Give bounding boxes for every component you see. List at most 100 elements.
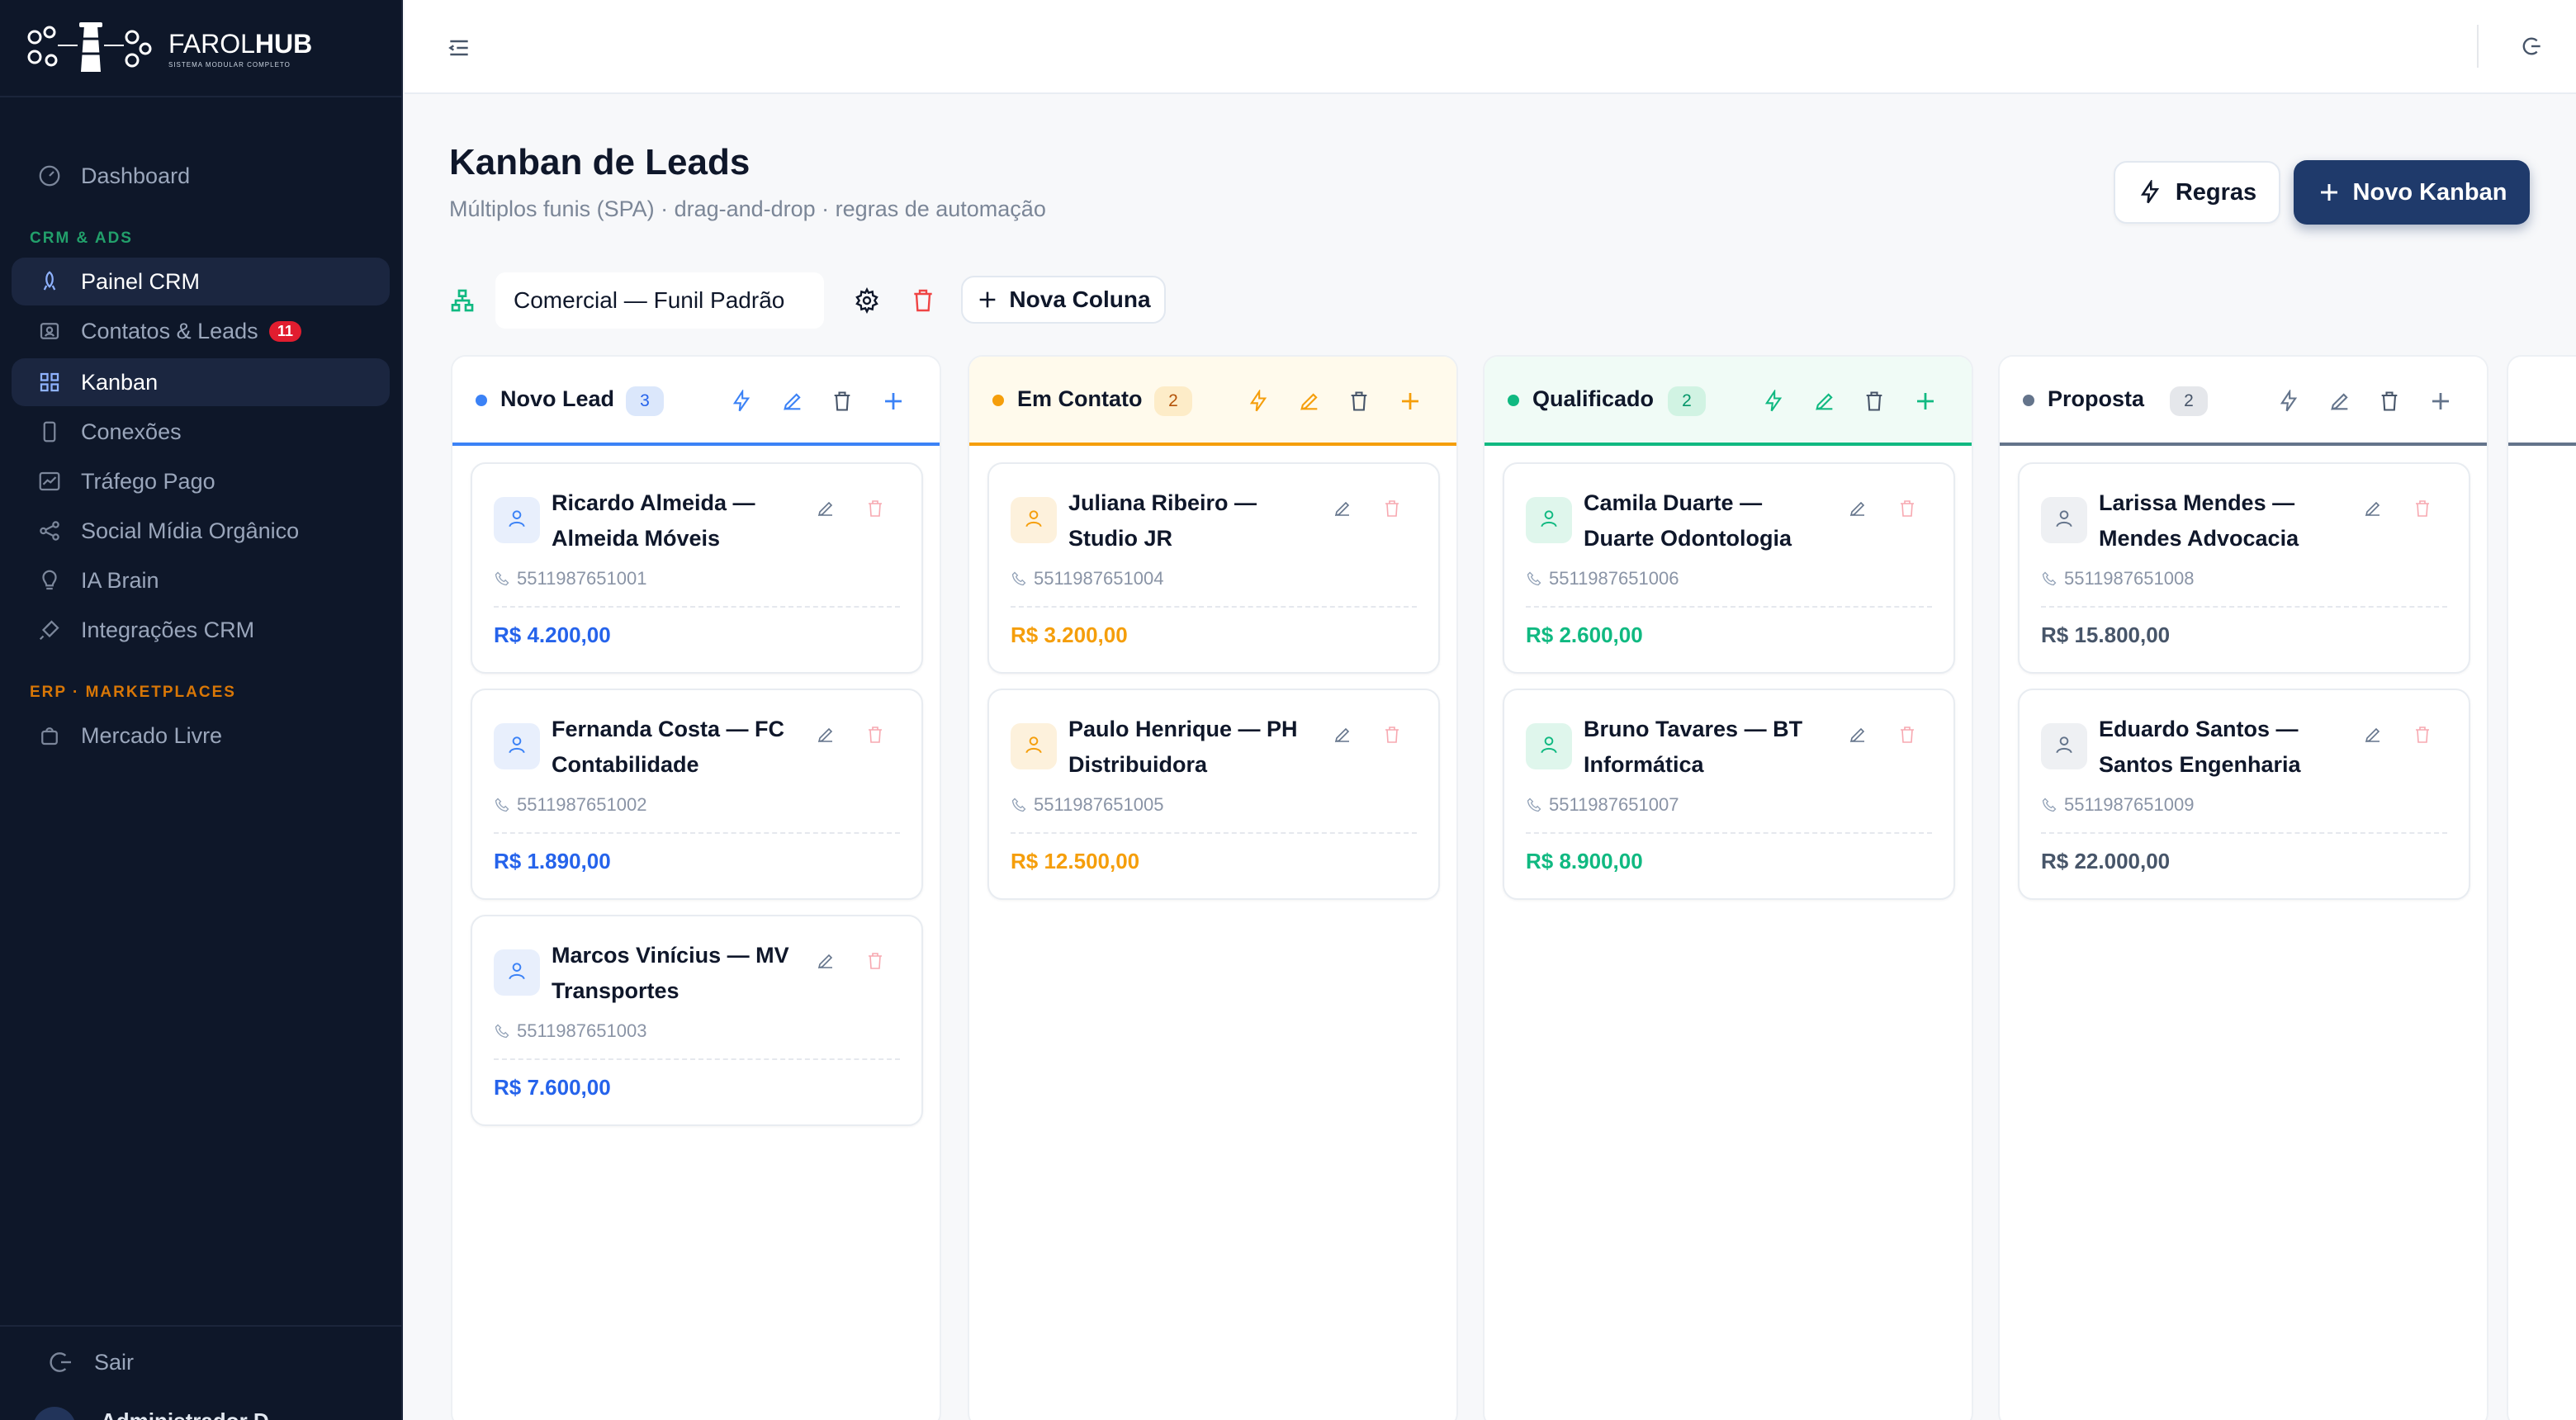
edit-lead-icon[interactable]	[2363, 725, 2383, 749]
delete-lead-icon[interactable]	[2413, 725, 2432, 749]
user-profile[interactable]: Administrador D	[33, 1407, 269, 1420]
funnel-settings-icon[interactable]	[854, 286, 880, 318]
column-count-badge: 2	[1668, 386, 1706, 416]
sidebar-item-trafego-pago[interactable]: Tráfego Pago	[12, 457, 390, 505]
sidebar-item-conexoes[interactable]: Conexões	[12, 408, 390, 456]
column-edit-icon[interactable]	[1295, 386, 1324, 416]
column-header: Proposta 2	[2000, 357, 2487, 446]
kanban-column[interactable]: Em Contato 2 Juliana Ribeiro — Studio JR…	[968, 355, 1458, 1420]
sidebar-item-contatos-leads[interactable]: Contatos & Leads 11	[12, 307, 390, 355]
lead-card[interactable]: Fernanda Costa — FC Contabilidade 551198…	[471, 689, 923, 900]
phone-icon	[36, 419, 63, 445]
lead-card[interactable]: Camila Duarte — Duarte Odontologia 55119…	[1503, 462, 1955, 674]
sidebar-item-mercado-livre[interactable]: Mercado Livre	[12, 712, 390, 760]
column-edit-icon[interactable]	[2325, 386, 2355, 416]
funnel-select[interactable]: Comercial — Funil Padrão	[495, 272, 824, 329]
kanban-column[interactable]: Novo Lead 3 Ricardo Almeida — Almeida Mó…	[451, 355, 941, 1420]
logout-button[interactable]: Sair	[48, 1349, 134, 1375]
card-divider	[494, 606, 900, 608]
delete-funnel-icon[interactable]	[910, 287, 936, 318]
column-delete-icon[interactable]	[1344, 386, 1374, 416]
lead-title: Marcos Vinícius — MV Transportes	[552, 943, 789, 1003]
lead-card[interactable]: Paulo Henrique — PH Distribuidora 551198…	[987, 689, 1440, 900]
edit-lead-icon[interactable]	[816, 951, 836, 975]
column-automation-icon[interactable]	[1759, 386, 1788, 416]
delete-lead-icon[interactable]	[1897, 725, 1917, 749]
column-automation-icon[interactable]	[1243, 386, 1273, 416]
lead-card[interactable]: Eduardo Santos — Santos Engenharia 55119…	[2018, 689, 2470, 900]
sidebar-item-painel-crm[interactable]: Painel CRM	[12, 258, 390, 305]
lead-card[interactable]: Marcos Vinícius — MV Transportes 5511987…	[471, 915, 923, 1126]
brand-tagline: SISTEMA MODULAR COMPLETO	[168, 61, 291, 69]
lead-phone-number: 5511987651006	[1549, 568, 1679, 589]
sidebar-item-social-midia[interactable]: Social Mídia Orgânico	[12, 507, 390, 555]
lead-phone: 5511987651009	[2041, 794, 2194, 816]
edit-lead-icon[interactable]	[1848, 725, 1868, 749]
funnel-select-value: Comercial — Funil Padrão	[514, 287, 785, 313]
lead-card[interactable]: Juliana Ribeiro — Studio JR 551198765100…	[987, 462, 1440, 674]
delete-lead-icon[interactable]	[1382, 499, 1402, 523]
edit-lead-icon[interactable]	[2363, 499, 2383, 523]
lead-value: R$ 22.000,00	[2041, 849, 2171, 873]
new-column-button[interactable]: Nova Coluna	[961, 276, 1166, 324]
sidebar-item-dashboard[interactable]: Dashboard	[12, 152, 390, 200]
column-color-dot	[992, 395, 1004, 406]
new-column-button-label: Nova Coluna	[1009, 286, 1151, 312]
sidebar-item-label: IA Brain	[81, 567, 159, 593]
logout-label: Sair	[94, 1349, 135, 1375]
sidebar-item-label: Conexões	[81, 419, 182, 444]
sidebar-item-label: Kanban	[81, 369, 159, 395]
kanban-column[interactable]: Qualificado 2 Camila Duarte — Duarte Odo…	[1483, 355, 1973, 1420]
sidebar-item-kanban[interactable]: Kanban	[12, 358, 390, 406]
lead-value: R$ 15.800,00	[2041, 622, 2171, 647]
lead-value: R$ 3.200,00	[1011, 622, 1128, 647]
column-add-card-icon[interactable]	[1395, 386, 1425, 416]
delete-lead-icon[interactable]	[865, 725, 885, 749]
lead-phone: 5511987651005	[1011, 794, 1163, 816]
lead-value: R$ 4.200,00	[494, 622, 611, 647]
kanban-column[interactable]: Proposta 2 Larissa Mendes — Mendes Advoc…	[1998, 355, 2488, 1420]
phone-icon	[2041, 797, 2057, 813]
column-edit-icon[interactable]	[778, 386, 807, 416]
edit-lead-icon[interactable]	[816, 725, 836, 749]
collapse-sidebar-icon[interactable]	[446, 35, 472, 65]
sidebar-item-label: Contatos & Leads	[81, 318, 258, 343]
column-automation-icon[interactable]	[2274, 386, 2304, 416]
logout-icon[interactable]	[2518, 33, 2545, 64]
column-count-badge: 2	[1154, 386, 1192, 416]
delete-lead-icon[interactable]	[865, 499, 885, 523]
column-color-dot	[476, 395, 487, 406]
new-kanban-button[interactable]: Novo Kanban	[2294, 160, 2530, 225]
section-erp-marketplaces: ERP · MARKETPLACES	[30, 684, 236, 701]
delete-lead-icon[interactable]	[2413, 499, 2432, 523]
lead-card[interactable]: Larissa Mendes — Mendes Advocacia 551198…	[2018, 462, 2470, 674]
user-name: Administrador D	[101, 1408, 269, 1420]
column-add-card-icon[interactable]	[2426, 386, 2455, 416]
rules-button[interactable]: Regras	[2114, 161, 2280, 224]
lead-title: Larissa Mendes — Mendes Advocacia	[2099, 490, 2299, 551]
sidebar-item-integracoes-crm[interactable]: Integrações CRM	[12, 606, 390, 654]
sidebar-item-ia-brain[interactable]: IA Brain	[12, 556, 390, 604]
column-delete-icon[interactable]	[1859, 386, 1889, 416]
delete-lead-icon[interactable]	[865, 951, 885, 975]
column-automation-icon[interactable]	[727, 386, 756, 416]
lead-phone-number: 5511987651001	[517, 568, 647, 589]
edit-lead-icon[interactable]	[1848, 499, 1868, 523]
lead-card[interactable]: Ricardo Almeida — Almeida Móveis 5511987…	[471, 462, 923, 674]
column-delete-icon[interactable]	[827, 386, 857, 416]
card-divider	[2041, 606, 2447, 608]
edit-lead-icon[interactable]	[1333, 499, 1352, 523]
edit-lead-icon[interactable]	[1333, 725, 1352, 749]
delete-lead-icon[interactable]	[1897, 499, 1917, 523]
column-add-card-icon[interactable]	[1911, 386, 1940, 416]
column-edit-icon[interactable]	[1810, 386, 1840, 416]
delete-lead-icon[interactable]	[1382, 725, 1402, 749]
lead-avatar	[494, 949, 540, 996]
column-add-card-icon[interactable]	[878, 386, 908, 416]
lead-phone: 5511987651002	[494, 794, 646, 816]
brand-logo[interactable]: FAROLHUB SISTEMA MODULAR COMPLETO	[25, 20, 312, 78]
column-delete-icon[interactable]	[2375, 386, 2404, 416]
edit-lead-icon[interactable]	[816, 499, 836, 523]
lead-card[interactable]: Bruno Tavares — BT Informática 551198765…	[1503, 689, 1955, 900]
column-header: Qualificado 2	[1485, 357, 1972, 446]
